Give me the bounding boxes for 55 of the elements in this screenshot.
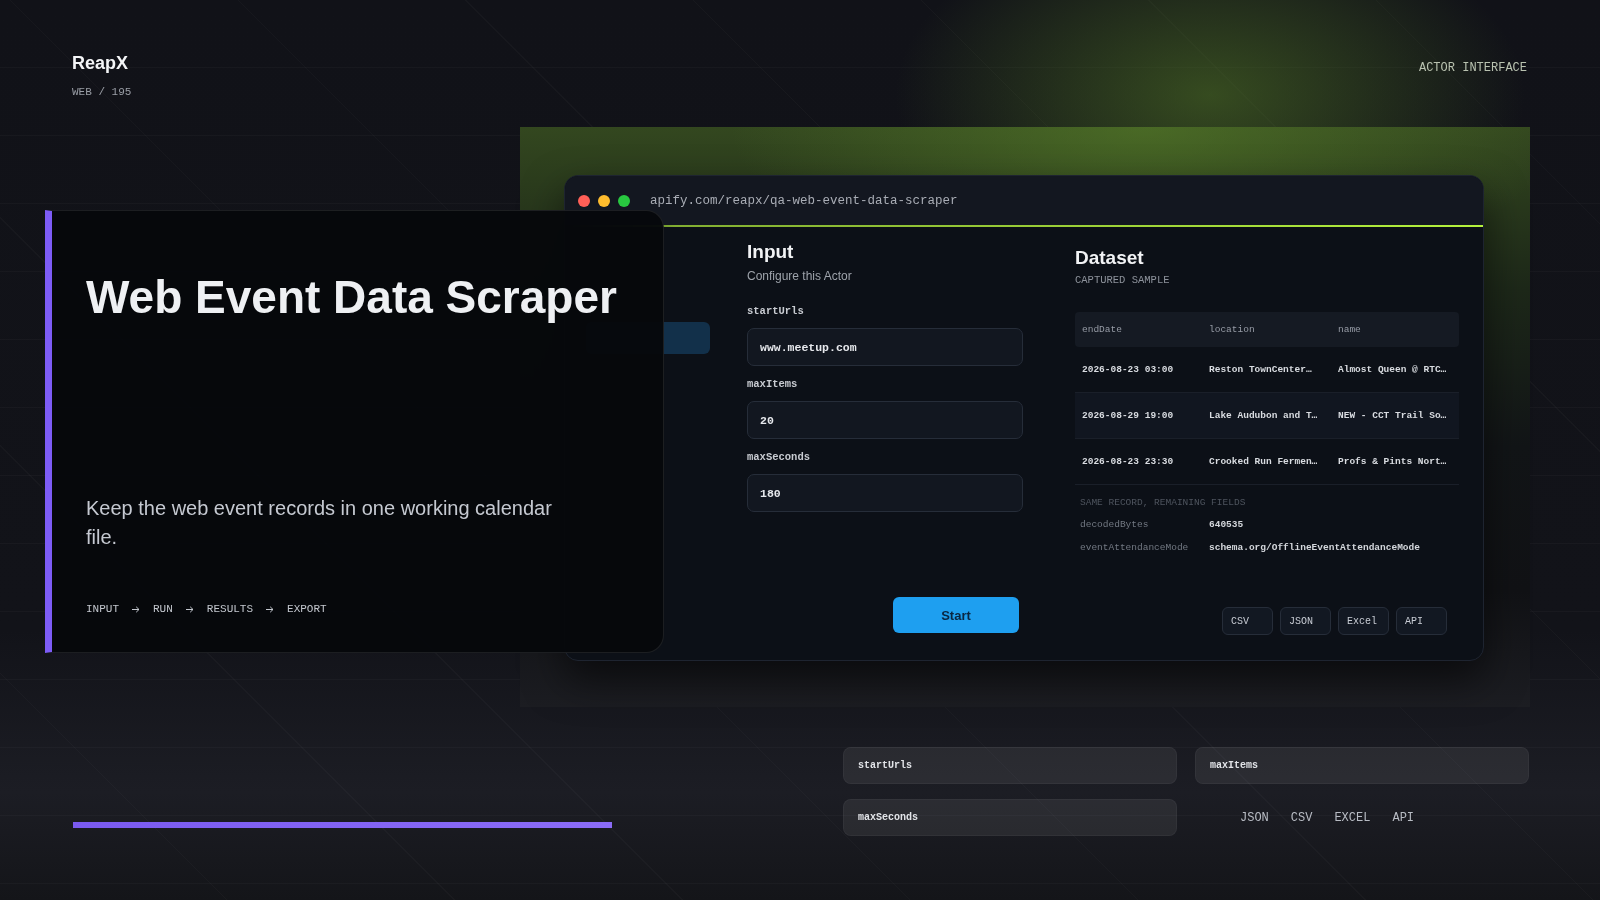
export-button[interactable]: API <box>1396 607 1447 635</box>
field-label: startUrls <box>747 304 805 318</box>
hero-title: Web Event Data Scraper <box>86 270 618 325</box>
flow-step: RUN <box>153 602 173 616</box>
table-cell-text: 2026-08-23 23:30 <box>1082 455 1175 468</box>
table-cell-text: 2026-08-29 19:00 <box>1082 409 1175 422</box>
export-button[interactable]: CSV <box>1222 607 1273 635</box>
panel-title: Input <box>747 240 795 264</box>
export-button[interactable]: Excel <box>1338 607 1389 635</box>
flow-step: EXPORT <box>287 602 327 616</box>
table-cell-text: Reston TownCenter… <box>1209 363 1313 376</box>
table-cell-text: Profs & Pints Nort… <box>1338 455 1448 468</box>
input-field[interactable]: www.meetup.com <box>747 328 1023 366</box>
field-chip: maxSeconds <box>843 799 1177 836</box>
column-header: name <box>1338 323 1362 336</box>
url-text: apify.com/reapx/qa-web-event-data-scraper <box>650 192 958 209</box>
detail-value: schema.org/OfflineEventAttendanceMode <box>1209 541 1421 555</box>
panel-subtitle: CAPTURED SAMPLE <box>1075 273 1171 287</box>
field-chip: startUrls <box>843 747 1177 784</box>
section-tag: ACTOR INTERFACE <box>1418 61 1527 75</box>
field-label: maxItems <box>747 377 799 391</box>
column-header: endDate <box>1082 323 1123 336</box>
detail-key: decodedBytes <box>1080 517 1209 533</box>
brand-name: ReapX <box>72 52 129 74</box>
detail-heading: SAME RECORD, REMAINING FIELDS <box>1079 496 1247 510</box>
format-label: API <box>1392 810 1415 825</box>
panel-title: Dataset <box>1075 246 1145 270</box>
arrow-icon <box>266 605 275 613</box>
field-chip: maxItems <box>1195 747 1529 784</box>
table-cell-text: Crooked Run Fermen… <box>1209 455 1319 468</box>
format-label: JSON <box>1240 810 1269 825</box>
panel-subtitle: Configure this Actor <box>747 268 853 284</box>
input-field[interactable]: 20 <box>747 401 1023 439</box>
table-cell-text: 2026-08-23 03:00 <box>1082 363 1175 376</box>
format-label: EXCEL <box>1334 810 1371 825</box>
column-header: location <box>1209 323 1256 336</box>
hero-description: Keep the web event records in one working calendar file. <box>86 496 553 550</box>
flow-step: INPUT <box>86 602 119 616</box>
table-cell-text: Lake Audubon and T… <box>1209 409 1319 422</box>
arrow-icon <box>132 605 140 613</box>
arrow-icon <box>185 605 194 613</box>
window-dot-icon <box>598 194 610 207</box>
input-field[interactable]: 180 <box>747 474 1023 512</box>
field-label: maxSeconds <box>747 450 811 464</box>
export-button[interactable]: JSON <box>1280 607 1331 635</box>
format-label: CSV <box>1290 810 1313 825</box>
brand-code: WEB / 195 <box>72 86 132 99</box>
table-cell-text: NEW - CCT Trail So… <box>1338 409 1448 422</box>
flow-step: RESULTS <box>206 602 254 616</box>
start-button[interactable]: Start <box>893 597 1019 633</box>
window-dot-icon <box>578 194 590 207</box>
detail-key: eventAttendanceMode <box>1080 540 1209 556</box>
window-dot-icon <box>618 194 630 207</box>
detail-value: 640535 <box>1209 518 1245 532</box>
table-cell-text: Almost Queen @ RTC… <box>1338 363 1448 376</box>
